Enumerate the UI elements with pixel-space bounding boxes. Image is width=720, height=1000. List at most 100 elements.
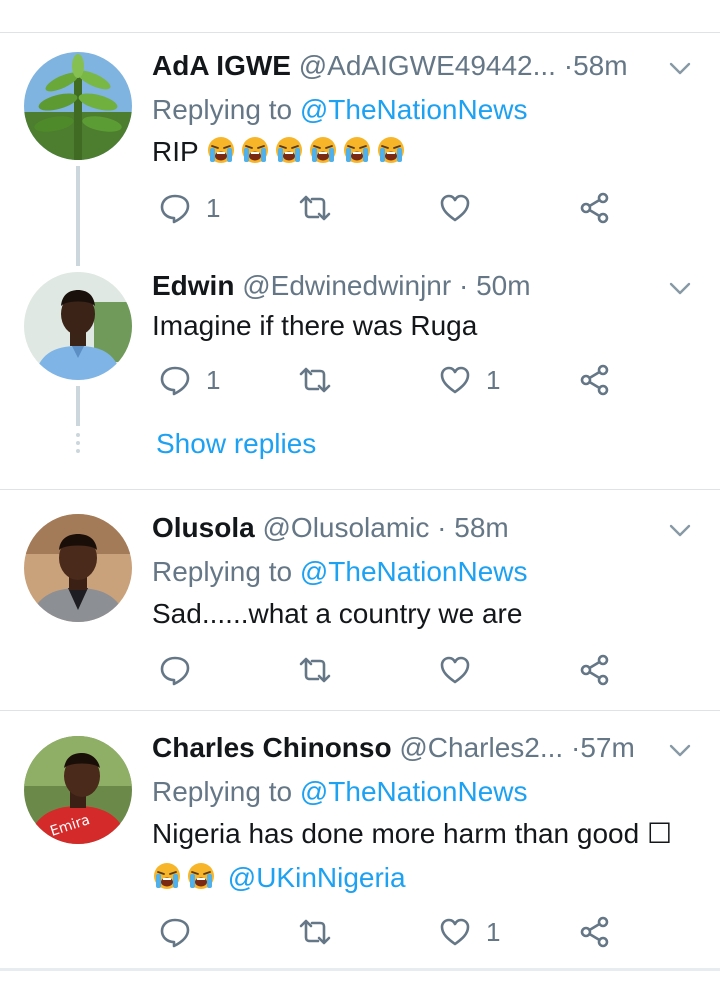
retweet-icon	[299, 195, 331, 221]
tweet-text: Sad......what a country we are	[152, 594, 702, 634]
chevron-down-icon[interactable]	[666, 54, 694, 82]
crying-emoji-group	[206, 136, 410, 167]
display-name[interactable]: Olusola	[152, 512, 255, 543]
chevron-down-icon[interactable]	[666, 516, 694, 544]
display-name[interactable]: AdA IGWE	[152, 50, 291, 81]
replying-to-label: Replying to	[152, 94, 300, 125]
replying-to-link[interactable]: @TheNationNews	[300, 556, 528, 587]
heart-icon	[440, 194, 470, 222]
user-handle[interactable]: @Edwinedwinjnr	[242, 270, 451, 301]
loudly-crying-face-emoji	[207, 137, 234, 163]
tweet-text-content: RIP	[152, 136, 199, 167]
separator: ·	[458, 270, 469, 301]
reply-button[interactable]: 1	[158, 188, 220, 228]
reply-icon	[160, 918, 190, 948]
tweet-actions: 1	[152, 912, 622, 952]
avatar-man-photo	[24, 272, 132, 380]
tweet-header: Charles Chinonso @Charles2... ·57m	[152, 730, 702, 766]
tweet-2[interactable]: Edwin @Edwinedwinjnr · 50m Imagine if th…	[152, 268, 702, 346]
replying-to-label: Replying to	[152, 776, 300, 807]
tweet-1[interactable]: AdA IGWE @AdAIGWE49442... ·58m Replying …	[152, 48, 702, 172]
tweet-text-content: Sad......what a country we are	[152, 598, 523, 629]
display-name[interactable]: Edwin	[152, 270, 234, 301]
avatar[interactable]	[24, 52, 132, 160]
tweet-header: Olusola @Olusolamic · 58m	[152, 510, 702, 546]
like-count: 1	[486, 364, 501, 395]
retweet-button[interactable]	[298, 188, 332, 228]
chevron-down-icon[interactable]	[666, 736, 694, 764]
chevron-down-icon[interactable]	[666, 274, 694, 302]
loudly-crying-face-emoji	[377, 137, 404, 163]
avatar-plant-image	[24, 52, 132, 160]
reply-icon	[160, 656, 190, 686]
like-button[interactable]: 1	[438, 360, 500, 400]
timestamp[interactable]: 50m	[476, 270, 530, 301]
heart-icon	[440, 656, 470, 684]
thread-dots	[75, 433, 81, 457]
share-icon	[580, 654, 609, 686]
like-button[interactable]	[438, 650, 486, 690]
replying-to-label: Replying to	[152, 556, 300, 587]
tweet-header: Edwin @Edwinedwinjnr · 50m	[152, 268, 702, 304]
timestamp[interactable]: 58m	[454, 512, 508, 543]
thread-line	[76, 166, 80, 266]
reply-count: 1	[206, 364, 221, 395]
tweet-4[interactable]: Charles Chinonso @Charles2... ·57m Reply…	[152, 730, 702, 898]
share-button[interactable]	[578, 912, 612, 952]
share-button[interactable]	[578, 650, 612, 690]
separator: ·	[570, 732, 581, 763]
separator: ·	[563, 50, 574, 81]
replying-to: Replying to @TheNationNews	[152, 774, 702, 810]
timestamp[interactable]: 58m	[573, 50, 627, 81]
tweet-text: Imagine if there was Ruga	[152, 306, 702, 346]
retweet-button[interactable]	[298, 912, 332, 952]
avatar[interactable]: Emira	[24, 736, 132, 844]
show-replies-link[interactable]: Show replies	[156, 426, 316, 462]
divider	[0, 489, 720, 490]
loudly-crying-face-emoji	[241, 137, 268, 163]
tweet-actions: 1 1	[152, 360, 622, 400]
user-handle[interactable]: @AdAIGWE49442...	[299, 50, 556, 81]
loudly-crying-face-emoji	[343, 137, 370, 163]
tweet-3[interactable]: Olusola @Olusolamic · 58m Replying to @T…	[152, 510, 702, 634]
bottom-divider	[0, 968, 720, 971]
display-name[interactable]: Charles Chinonso	[152, 732, 392, 763]
tweet-text-content: Nigeria has done more harm than good ☐	[152, 818, 673, 849]
share-icon	[580, 364, 609, 396]
retweet-icon	[299, 367, 331, 393]
replying-to: Replying to @TheNationNews	[152, 554, 702, 590]
tweet-actions	[152, 650, 622, 690]
tweet-replies-list: AdA IGWE @AdAIGWE49442... ·58m Replying …	[0, 0, 720, 1000]
retweet-button[interactable]	[298, 650, 332, 690]
avatar[interactable]	[24, 514, 132, 622]
replying-to-link[interactable]: @TheNationNews	[300, 94, 528, 125]
like-button[interactable]	[438, 188, 486, 228]
reply-button[interactable]	[158, 912, 206, 952]
share-icon	[580, 916, 609, 948]
reply-icon	[160, 194, 190, 224]
top-divider	[0, 32, 720, 33]
user-handle[interactable]: @Charles2...	[399, 732, 563, 763]
separator: ·	[437, 512, 447, 543]
reply-button[interactable]: 1	[158, 360, 220, 400]
tweet-header: AdA IGWE @AdAIGWE49442... ·58m	[152, 48, 702, 84]
loudly-crying-face-emoji	[154, 863, 180, 889]
like-count: 1	[486, 916, 501, 947]
heart-icon	[440, 918, 470, 946]
mention-link[interactable]: @UKinNigeria	[228, 862, 406, 893]
tweet-text: Nigeria has done more harm than good ☐	[152, 814, 702, 854]
user-handle[interactable]: @Olusolamic	[262, 512, 429, 543]
retweet-button[interactable]	[298, 360, 332, 400]
share-button[interactable]	[578, 360, 612, 400]
heart-icon	[440, 366, 470, 394]
replying-to-link[interactable]: @TheNationNews	[300, 776, 528, 807]
loudly-crying-face-emoji	[309, 137, 336, 163]
reply-button[interactable]	[158, 650, 206, 690]
divider	[0, 710, 720, 711]
timestamp[interactable]: 57m	[580, 732, 634, 763]
avatar[interactable]	[24, 272, 132, 380]
tweet-text-line-2: @UKinNigeria	[152, 858, 702, 898]
share-button[interactable]	[578, 188, 612, 228]
replying-to: Replying to @TheNationNews	[152, 92, 702, 128]
like-button[interactable]: 1	[438, 912, 500, 952]
